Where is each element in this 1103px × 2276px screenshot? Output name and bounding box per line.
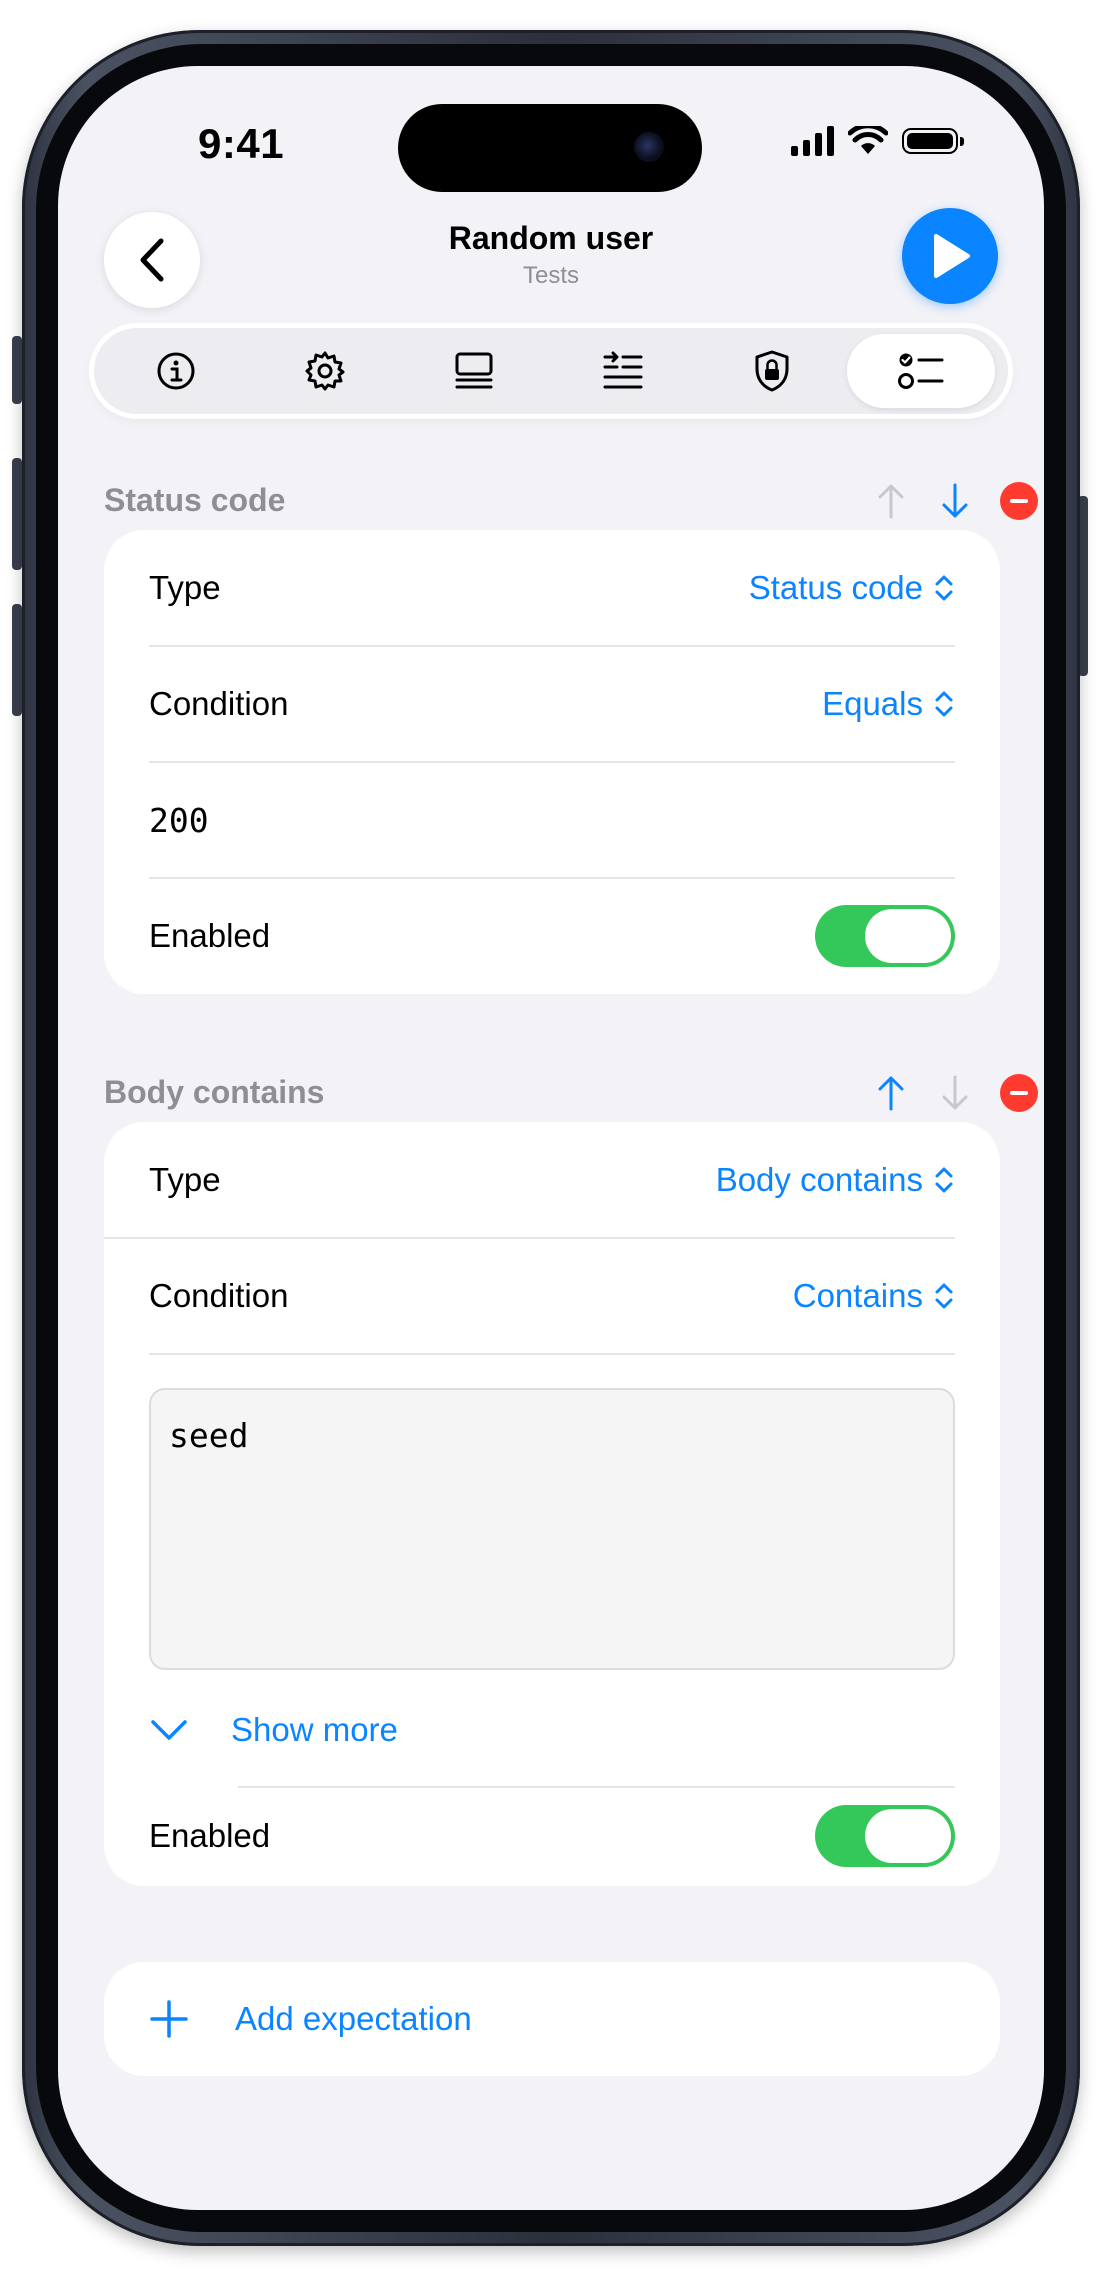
- condition-picker[interactable]: Contains: [793, 1277, 955, 1315]
- enabled-row: Enabled: [149, 878, 955, 994]
- chevron-down-icon: [151, 1720, 187, 1740]
- value-row[interactable]: 200: [149, 762, 955, 878]
- cellular-signal-icon: [791, 126, 834, 156]
- plus-icon: [150, 2000, 188, 2038]
- move-up-button[interactable]: [866, 476, 916, 526]
- status-time: 9:41: [198, 120, 285, 167]
- enabled-label: Enabled: [149, 917, 271, 954]
- condition-picker[interactable]: Equals: [822, 685, 955, 723]
- minus-circle-icon: [1000, 1074, 1038, 1112]
- chevron-up-down-icon: [935, 575, 953, 601]
- type-label: Type: [149, 1161, 221, 1198]
- show-more-row[interactable]: Show more: [149, 1684, 955, 1776]
- type-value: Status code: [748, 569, 923, 606]
- enabled-row: Enabled: [149, 1786, 955, 1886]
- delete-button[interactable]: [994, 476, 1044, 526]
- delete-button[interactable]: [994, 1068, 1044, 1118]
- arrow-down-icon: [942, 1075, 968, 1110]
- add-expectation-button[interactable]: Add expectation: [104, 1962, 1000, 2076]
- expectation-1-header: [104, 306, 1004, 366]
- nav-subtitle: Tests: [522, 262, 579, 289]
- volume-down-button: [12, 604, 22, 716]
- expectation-2-header-row: Body contains: [104, 1062, 1038, 1122]
- type-label: Type: [149, 569, 221, 606]
- wifi-icon: [848, 126, 888, 154]
- battery-icon: [902, 128, 964, 154]
- enabled-toggle[interactable]: [815, 905, 955, 967]
- type-picker[interactable]: Body contains: [716, 1161, 955, 1199]
- expectation-1-card: Type Status code Condition Equals 200 En…: [104, 530, 1000, 994]
- condition-value: Contains: [792, 1277, 923, 1314]
- value-field[interactable]: 200: [149, 801, 209, 840]
- play-icon: [934, 234, 970, 278]
- nav-title: Random user: [448, 220, 654, 256]
- condition-row[interactable]: Condition Equals: [149, 646, 955, 762]
- chevron-up-down-icon: [935, 691, 953, 717]
- action-button: [12, 336, 22, 404]
- expectation-1-header-row: Status code: [104, 470, 1038, 530]
- expectation-2-card: Type Body contains Condition Contains se…: [104, 1122, 1000, 1886]
- add-expectation-label: Add expectation: [235, 2000, 472, 2037]
- condition-value: Equals: [822, 685, 923, 722]
- body-value-textarea[interactable]: seed: [149, 1388, 955, 1670]
- type-row[interactable]: Type Body contains: [149, 1122, 955, 1238]
- condition-label: Condition: [149, 1277, 289, 1314]
- expectation-1-title: Status code: [104, 482, 286, 518]
- screen: 9:41 Random user Tests Status code Type …: [58, 66, 1044, 2210]
- move-down-button[interactable]: [930, 476, 980, 526]
- arrow-up-icon: [878, 1076, 904, 1111]
- add-expectation-row: Add expectation: [149, 1962, 955, 2076]
- show-more-link[interactable]: Show more: [231, 1711, 398, 1749]
- expectation-2-title: Body contains: [104, 1074, 325, 1110]
- move-down-button[interactable]: [930, 1068, 980, 1118]
- minus-circle-icon: [1000, 482, 1038, 520]
- arrow-up-icon: [878, 484, 904, 519]
- type-value: Body contains: [715, 1161, 923, 1198]
- condition-label: Condition: [149, 685, 289, 722]
- condition-row[interactable]: Condition Contains: [149, 1238, 955, 1354]
- chevron-up-down-icon: [935, 1283, 953, 1309]
- arrow-down-icon: [942, 483, 968, 518]
- dynamic-island: [398, 104, 702, 192]
- volume-up-button: [12, 458, 22, 570]
- move-up-button[interactable]: [866, 1068, 916, 1118]
- run-button[interactable]: [902, 208, 998, 304]
- enabled-label: Enabled: [149, 1817, 271, 1854]
- status-icons: [791, 126, 964, 156]
- type-row[interactable]: Type Status code: [149, 530, 955, 646]
- type-picker[interactable]: Status code: [749, 569, 955, 607]
- chevron-up-down-icon: [935, 1167, 953, 1193]
- enabled-toggle[interactable]: [815, 1805, 955, 1867]
